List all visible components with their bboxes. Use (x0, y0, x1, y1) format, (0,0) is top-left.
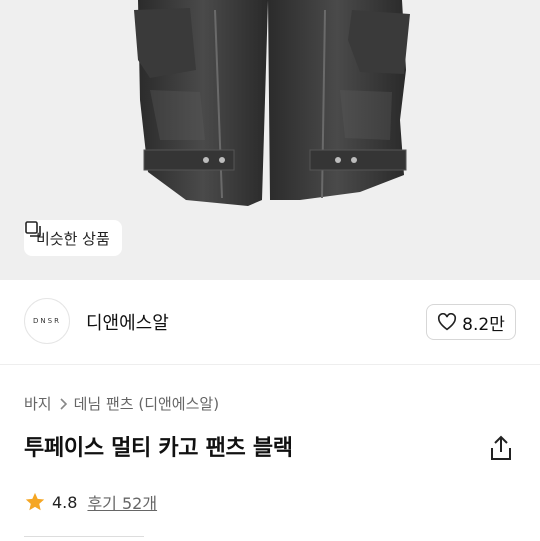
breadcrumb-item-subcategory[interactable]: 데님 팬츠 (디앤에스알) (74, 393, 219, 414)
content-peek (24, 536, 144, 541)
like-count: 8.2만 (462, 314, 505, 335)
product-title: 투페이스 멀티 카고 팬츠 블랙 (24, 436, 293, 461)
breadcrumb-item-category[interactable]: 바지 (24, 393, 52, 414)
share-icon[interactable] (488, 434, 514, 462)
heart-icon (438, 313, 457, 331)
reviews-link[interactable]: 후기 52개 (87, 490, 157, 514)
similar-products-label: 비슷한 상품 (36, 229, 110, 248)
like-button[interactable]: 8.2만 (426, 304, 516, 340)
product-image-area[interactable]: 비슷한 상품 (0, 0, 540, 280)
chevron-right-icon (60, 397, 67, 410)
brand-logo-text: DNSR (33, 317, 61, 325)
brand-row: DNSR 디앤에스알 8.2만 (0, 280, 540, 364)
star-icon (25, 492, 45, 511)
section-divider (0, 364, 540, 365)
brand-name[interactable]: 디앤에스알 (86, 309, 169, 335)
copy-icon (25, 221, 41, 237)
rating-score: 4.8 (52, 492, 78, 512)
breadcrumb: 바지 데님 팬츠 (디앤에스알) (24, 393, 219, 414)
brand-logo[interactable]: DNSR (24, 298, 70, 344)
rating-row: 4.8 후기 52개 (24, 490, 157, 514)
similar-products-button[interactable]: 비슷한 상품 (24, 220, 122, 256)
